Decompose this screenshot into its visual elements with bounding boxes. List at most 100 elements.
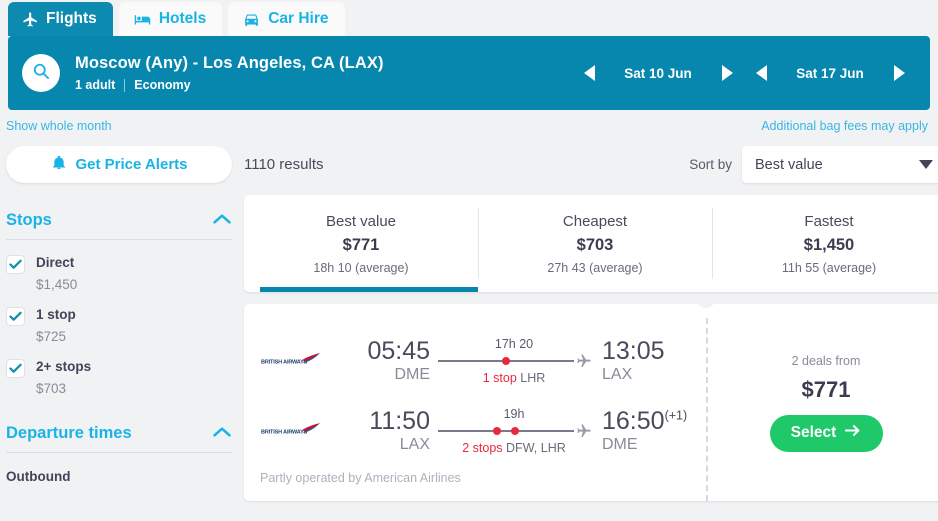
route-title: Moscow (Any) - Los Angeles, CA (LAX) [75, 54, 384, 72]
bag-fees-link[interactable]: Additional bag fees may apply [761, 119, 928, 133]
outbound-arrival: 13:05 LAX [602, 338, 706, 384]
return-route-graphic: 19h 2 stops DFW, LHR [430, 407, 598, 455]
results-count: 1110 results [244, 156, 324, 173]
arrival-airport-code: LAX [602, 366, 633, 384]
departure-airport-code: LAX [399, 436, 430, 454]
plane-icon [22, 11, 39, 28]
stop-dots [438, 426, 574, 436]
comparison-price: $771 [342, 235, 380, 254]
british-airways-logo: BRITISH AIRWAYS [260, 420, 326, 443]
outbound-route-graphic: 17h 20 1 stop LHR [430, 337, 598, 385]
comparison-card: Best value $771 18h 10 (average) Cheapes… [244, 195, 938, 292]
comparison-tab-fastest[interactable]: Fastest $1,450 11h 55 (average) [712, 195, 938, 292]
stops-filter-title: Stops [6, 211, 52, 229]
chevron-right-icon [721, 65, 733, 81]
checkbox-direct[interactable] [6, 255, 25, 274]
return-next-button[interactable] [882, 56, 916, 90]
depart-next-button[interactable] [710, 56, 744, 90]
utility-link-row: Show whole month Additional bag fees may… [0, 110, 938, 133]
search-icon-button[interactable] [22, 54, 60, 92]
results-content: 1110 results Sort by Best value Best val… [244, 146, 938, 501]
car-icon [242, 11, 261, 28]
sort-select[interactable]: Best value [742, 146, 938, 183]
tab-flights-label: Flights [46, 10, 97, 27]
stops-count: 1 stop [482, 371, 517, 385]
british-airways-logo: BRITISH AIRWAYS [260, 350, 326, 373]
stops-codes: LHR [520, 371, 546, 385]
route-line [438, 424, 591, 438]
filter-option-price: $1,450 [36, 277, 78, 292]
stops-filter-header[interactable]: Stops [6, 211, 232, 240]
chevron-left-icon [583, 65, 595, 81]
return-date-label[interactable]: Sat 17 Jun [778, 66, 882, 81]
tab-flights[interactable]: Flights [8, 2, 113, 36]
select-button[interactable]: Select [769, 414, 883, 452]
filter-option-label: 2+ stops [36, 359, 92, 374]
depart-prev-button[interactable] [572, 56, 606, 90]
svg-text:BRITISH AIRWAYS: BRITISH AIRWAYS [261, 359, 308, 365]
select-button-label: Select [790, 424, 837, 441]
leg-stops: 1 stop LHR [438, 371, 590, 385]
filter-option-label: 1 stop [36, 307, 76, 322]
checkbox-2-plus-stops[interactable] [6, 359, 25, 378]
comparison-duration: 18h 10 (average) [313, 260, 409, 275]
route-line [438, 354, 591, 368]
filter-option-text: Direct $1,450 [36, 255, 77, 292]
show-whole-month-link[interactable]: Show whole month [6, 119, 112, 133]
passenger-count: 1 adult [75, 78, 116, 92]
tab-hotels-label: Hotels [158, 10, 207, 27]
filter-option-1-stop[interactable]: 1 stop $725 [6, 307, 232, 344]
stop-dot [511, 427, 519, 435]
product-tabbar: Flights Hotels Car Hire [0, 0, 938, 36]
stops-count: 2 stops [462, 441, 503, 455]
flight-search-page: Flights Hotels Car Hire Moscow (Any) - L… [0, 0, 938, 521]
stops-codes: DFW, LHR [506, 441, 566, 455]
leg-duration: 19h [503, 407, 525, 421]
filter-option-text: 2+ stops $703 [36, 359, 91, 396]
tab-hotels[interactable]: Hotels [118, 2, 223, 36]
divider [124, 78, 126, 92]
outbound-departure: 05:45 DME [326, 338, 430, 384]
departure-airport-code: DME [394, 366, 430, 384]
comparison-tab-cheapest[interactable]: Cheapest $703 27h 43 (average) [478, 195, 712, 292]
comparison-price: $703 [576, 235, 614, 254]
chevron-up-icon[interactable] [212, 212, 232, 230]
filter-option-price: $703 [36, 381, 67, 396]
depart-date-group: Sat 10 Jun [572, 56, 744, 90]
return-date-group: Sat 17 Jun [744, 56, 916, 90]
tab-car-hire[interactable]: Car Hire [228, 2, 345, 36]
leg-duration: 17h 20 [494, 337, 534, 351]
deal-price: $771 [801, 376, 851, 402]
comparison-price: $1,450 [803, 235, 855, 254]
comparison-tab-best-value[interactable]: Best value $771 18h 10 (average) [244, 195, 478, 292]
filter-option-text: 1 stop $725 [36, 307, 76, 344]
checkbox-1-stop[interactable] [6, 307, 25, 326]
chevron-up-icon[interactable] [212, 425, 232, 443]
depart-date-label[interactable]: Sat 10 Jun [606, 66, 710, 81]
departure-times-filter-title: Departure times [6, 424, 132, 442]
filter-option-direct[interactable]: Direct $1,450 [6, 255, 232, 292]
stop-dot [502, 357, 510, 365]
route-summary[interactable]: Moscow (Any) - Los Angeles, CA (LAX) 1 a… [75, 54, 572, 92]
return-arrival: 16:50(+1) DME [602, 408, 706, 454]
filter-option-2-plus-stops[interactable]: 2+ stops $703 [6, 359, 232, 396]
flight-result-card[interactable]: BRITISH AIRWAYS 05:45 DME 17h 20 1 stop … [244, 304, 938, 501]
filter-option-label: Direct [36, 255, 75, 270]
arrow-right-icon [845, 424, 861, 442]
departure-times-filter-header[interactable]: Departure times [6, 424, 232, 453]
return-prev-button[interactable] [744, 56, 778, 90]
sort-control: Sort by Best value [324, 146, 938, 183]
search-summary-bar: Moscow (Any) - Los Angeles, CA (LAX) 1 a… [8, 36, 930, 110]
plane-icon [576, 353, 592, 374]
outbound-leg: BRITISH AIRWAYS 05:45 DME 17h 20 1 stop … [260, 332, 706, 390]
comparison-name: Fastest [804, 212, 854, 230]
operated-by-note: Partly operated by American Airlines [260, 471, 461, 485]
deal-panel: 2 deals from $771 Select [697, 304, 938, 501]
tab-car-hire-label: Car Hire [268, 10, 329, 27]
route-subtitle: 1 adult Economy [75, 78, 572, 92]
results-toolbar: 1110 results Sort by Best value [244, 146, 938, 183]
comparison-duration: 11h 55 (average) [781, 260, 877, 275]
chevron-right-icon [893, 65, 905, 81]
stop-dots [438, 356, 574, 366]
get-price-alerts-button[interactable]: Get Price Alerts [6, 146, 232, 183]
